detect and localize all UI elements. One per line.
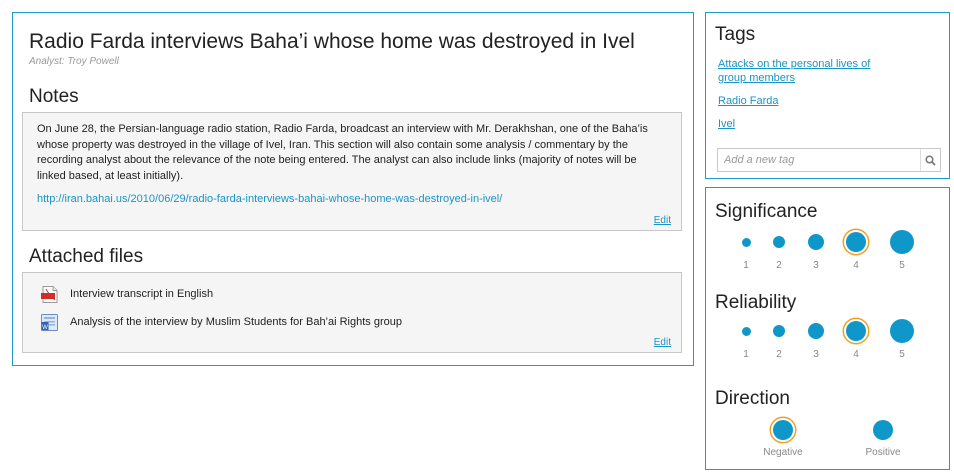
direction-heading: Direction [715,388,790,409]
reliability-dot-5[interactable] [890,319,914,343]
reliability-option-3[interactable]: 3 [796,317,836,360]
attached-files-heading: Attached files [29,246,144,267]
file-label: Interview transcript in English [70,288,214,300]
add-tag-input[interactable] [718,149,918,171]
significance-dot-holder [890,228,914,256]
file-label: Analysis of the interview by Muslim Stud… [70,316,402,328]
direction-label-positive: Positive [865,447,901,458]
reliability-dot-1[interactable] [741,326,751,336]
significance-option-4[interactable]: 4 [836,228,876,271]
page-title: Radio Farda interviews Baha’i whose home… [29,30,635,53]
reliability-label-4: 4 [853,349,859,360]
reliability-label-2: 2 [776,349,782,360]
notes-link[interactable]: http://iran.bahai.us/2010/06/29/radio-fa… [37,193,502,205]
significance-dot-holder [741,228,751,256]
notes-heading: Notes [29,86,79,107]
reliability-dot-holder [741,317,751,345]
reliability-option-2[interactable]: 2 [759,317,799,360]
significance-label-5: 5 [899,260,905,271]
significance-option-5[interactable]: 5 [882,228,922,271]
significance-dot-holder [773,228,785,256]
reliability-dot-4[interactable] [846,321,866,341]
significance-label-4: 4 [853,260,859,271]
pdf-file-icon [41,285,59,303]
ratings-panel: Significance 1 2 3 4 5 Reliability 1 2 3 4 5 Dir… [705,187,950,470]
significance-dot-5[interactable] [890,230,914,254]
word-doc-icon: W [41,313,59,331]
search-icon[interactable] [920,149,940,171]
significance-dot-holder [846,228,866,256]
file-item[interactable]: W Analysis of the interview by Muslim St… [41,313,402,331]
direction-dot-holder [873,416,893,444]
direction-option-positive[interactable]: Positive [863,416,903,458]
svg-text:W: W [42,325,48,331]
significance-dot-3[interactable] [808,234,824,250]
notes-box: On June 28, the Persian-language radio s… [22,112,682,231]
reliability-dot-2[interactable] [773,325,785,337]
significance-option-3[interactable]: 3 [796,228,836,271]
reliability-dot-holder [773,317,785,345]
tag-link[interactable]: Ivel [718,117,735,131]
analyst-byline: Analyst: Troy Powell [29,56,119,67]
reliability-dot-holder [808,317,824,345]
direction-option-negative[interactable]: Negative [763,416,803,458]
tags-heading: Tags [715,24,756,45]
reliability-option-4[interactable]: 4 [836,317,876,360]
reliability-label-5: 5 [899,349,905,360]
significance-label-1: 1 [743,260,749,271]
direction-dot-holder [773,416,793,444]
reliability-option-5[interactable]: 5 [882,317,922,360]
direction-dot-negative[interactable] [773,420,793,440]
significance-heading: Significance [715,201,818,222]
files-edit-link[interactable]: Edit [654,337,671,348]
reliability-label-3: 3 [813,349,819,360]
significance-label-2: 2 [776,260,782,271]
reliability-dot-holder [890,317,914,345]
significance-label-3: 3 [813,260,819,271]
direction-dot-positive[interactable] [873,420,893,440]
file-item[interactable]: Interview transcript in English [41,285,213,303]
significance-dot-4[interactable] [846,232,866,252]
tags-panel: Tags Attacks on the personal lives of gr… [705,12,950,179]
significance-dot-1[interactable] [741,237,751,247]
significance-option-2[interactable]: 2 [759,228,799,271]
notes-edit-link[interactable]: Edit [654,215,671,226]
reliability-heading: Reliability [715,292,797,313]
significance-dot-holder [808,228,824,256]
reliability-dot-3[interactable] [808,323,824,339]
reliability-dot-holder [846,317,866,345]
reliability-label-1: 1 [743,349,749,360]
direction-label-negative: Negative [763,447,803,458]
note-detail-panel: Radio Farda interviews Baha’i whose home… [12,12,694,366]
add-tag-field [717,148,941,172]
tag-link[interactable]: Radio Farda [718,94,779,108]
notes-body: On June 28, the Persian-language radio s… [37,123,648,182]
attached-files-box: Interview transcript in English W Analys… [22,272,682,353]
significance-dot-2[interactable] [773,236,785,248]
tag-link[interactable]: Attacks on the personal lives of group m… [718,57,888,85]
